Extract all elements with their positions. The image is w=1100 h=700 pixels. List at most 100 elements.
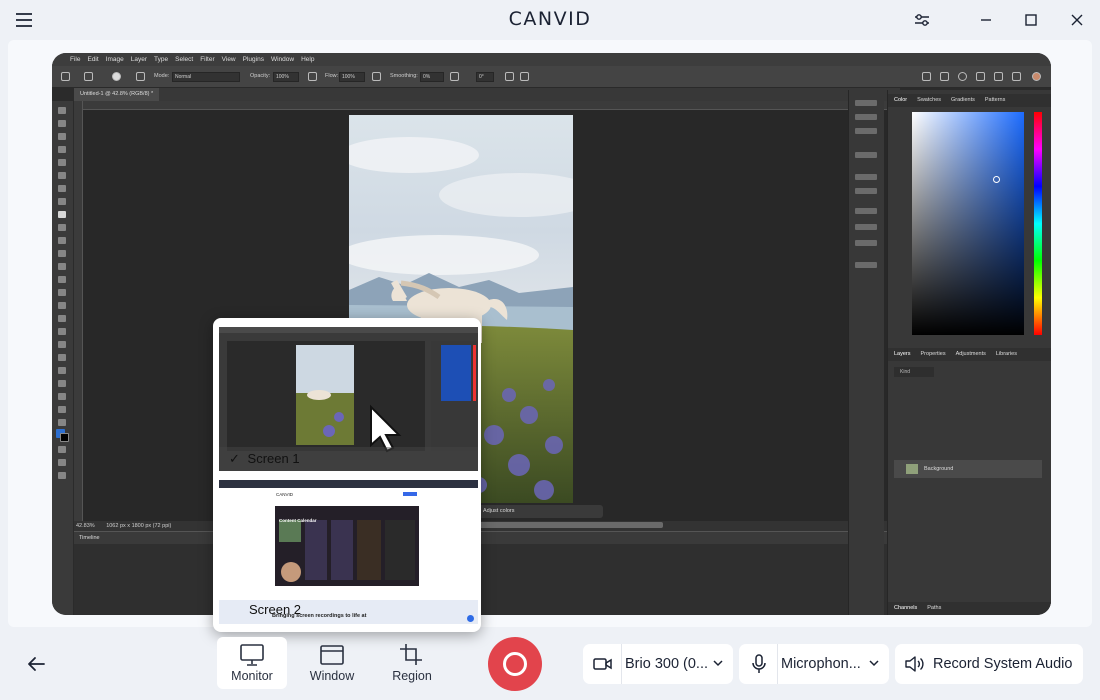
ps-hand-tool-icon: [58, 380, 66, 387]
ps-info-panel-icon: [855, 152, 877, 158]
ps-menu-type: Type: [154, 56, 169, 63]
microphone-icon: [749, 654, 769, 674]
ps-layers-panel-tabs: Layers Properties Adjustments Libraries: [888, 348, 1051, 361]
ps-tab-adjustments: Adjustments: [955, 351, 986, 357]
ps-brush-settings-icon: [136, 72, 145, 81]
ps-glyphs-panel-icon: [855, 262, 877, 268]
ps-history-brush-tool-icon: [58, 237, 66, 244]
monitor-icon: [240, 644, 264, 666]
mode-region-button[interactable]: Region: [377, 637, 447, 689]
capture-controls: Monitor Window Region Brio 300 (0... Mic…: [0, 627, 1100, 700]
ps-flow-label: Flow:: [325, 73, 339, 79]
microphone-select[interactable]: Microphon...: [739, 644, 889, 684]
ps-screen-mode-icon: [58, 459, 66, 466]
ps-layer-name: Background: [924, 466, 954, 472]
ps-move-tool-icon: [58, 107, 66, 114]
ps-eraser-tool-icon: [58, 250, 66, 257]
maximize-icon[interactable]: [1021, 10, 1041, 30]
ps-panel-icon: [1012, 72, 1021, 81]
ps-menu-select: Select: [175, 56, 194, 63]
ps-document-info: 1062 px x 1800 px (72 ppi): [106, 523, 172, 529]
settings-sliders-icon[interactable]: [912, 10, 932, 30]
ps-menu-bar: File Edit Image Layer Type Select Filter…: [52, 53, 1051, 66]
screen-option-2[interactable]: CANVID Content Calendar Screen 2 Bringin…: [219, 480, 478, 624]
title-bar: CANVID: [0, 0, 1100, 40]
ps-eyedropper-tool-icon: [58, 185, 66, 192]
ps-tab-paths: Paths: [927, 605, 942, 611]
camera-divider: [621, 644, 622, 684]
ps-right-panels: Color Swatches Gradients Patterns Layers…: [887, 90, 1051, 615]
ps-brush-panel-icon: [855, 174, 877, 180]
ps-comments-panel-icon: [855, 128, 877, 134]
ps-mode-label: Mode:: [154, 73, 170, 79]
ps-tab-color: Color: [894, 97, 908, 103]
screen-2-calendar-title: Content Calendar: [279, 518, 317, 523]
camera-chevron-down-icon: [713, 660, 723, 667]
ps-layer-background: Background: [894, 460, 1042, 478]
minimize-icon[interactable]: [976, 10, 996, 30]
back-arrow-icon[interactable]: [26, 654, 46, 674]
ps-layer-filter: Kind: [894, 367, 934, 377]
screen-2-brand: CANVID: [276, 492, 294, 497]
ps-stamp-tool-icon: [58, 224, 66, 231]
ps-document-tab: Untitled-1 @ 42.8% (RGB/8) *: [74, 88, 160, 101]
ps-search-icon: [958, 72, 967, 81]
ps-frame-tool-icon: [58, 172, 66, 179]
app-logo: CANVID: [508, 8, 592, 30]
ps-menu-edit: Edit: [87, 56, 99, 63]
ps-opacity-label: Opacity:: [250, 73, 271, 79]
microphone-chevron-down-icon: [869, 660, 879, 667]
ps-tab-swatches: Swatches: [917, 97, 942, 103]
ps-menu-filter: Filter: [200, 56, 215, 63]
ps-airbrush-icon: [372, 72, 381, 81]
ps-channels-panel-tabs: Channels Paths: [888, 602, 1051, 615]
ps-quick-mask-icon: [58, 446, 66, 453]
screen-2-indicator-icon: [467, 615, 474, 622]
ps-gear-icon: [450, 72, 459, 81]
window-icon: [320, 645, 344, 665]
system-audio-label: Record System Audio: [933, 656, 1073, 672]
mode-monitor-label: Monitor: [231, 669, 273, 683]
ps-adjust-colors-label: Adjust colors: [483, 508, 515, 514]
ps-mode-select: Normal: [172, 72, 240, 82]
ps-pen-variant-tool-icon: [58, 315, 66, 322]
ps-path-select-tool-icon: [58, 341, 66, 348]
ps-butterfly-icon: [520, 72, 529, 81]
ps-paragraph-panel-icon: [855, 240, 877, 246]
checkmark-icon: ✓: [229, 451, 240, 466]
ps-adjust-panel-icon: [855, 208, 877, 214]
mode-window-label: Window: [309, 669, 355, 683]
mode-monitor-button[interactable]: Monitor: [217, 637, 287, 689]
ps-gradient-tool-icon: [58, 263, 66, 270]
ps-menu-file: File: [70, 56, 81, 63]
ps-zoom-tool-icon: [58, 393, 66, 400]
ps-bulb-icon: [976, 72, 985, 81]
ps-color-picker-field: [912, 112, 1024, 335]
ps-layer-thumbnail: [906, 464, 918, 474]
camera-select[interactable]: Brio 300 (0...: [583, 644, 733, 684]
record-button[interactable]: [488, 637, 542, 691]
mode-region-label: Region: [392, 669, 432, 683]
ps-blur-tool-icon: [58, 276, 66, 283]
ps-share-icon: [922, 72, 931, 81]
ps-tab-layers: Layers: [894, 351, 911, 357]
close-icon[interactable]: [1067, 10, 1087, 30]
mode-window-button[interactable]: Window: [297, 637, 367, 689]
ps-hue-slider: [1034, 112, 1042, 335]
screen-2-tagline: Bringing screen recordings to life at: [272, 613, 367, 619]
ps-timeline-header: Timeline: [74, 532, 900, 544]
ps-brush-settings-panel-icon: [855, 188, 877, 194]
microphone-name: Microphon...: [781, 656, 861, 672]
ps-crop-tool-icon: [58, 159, 66, 166]
ps-tab-gradients: Gradients: [951, 97, 975, 103]
ps-dodge-tool-icon: [58, 289, 66, 296]
screen-option-1[interactable]: ✓ Screen 1: [219, 327, 478, 471]
ps-brush-size-icon: [112, 72, 121, 81]
screen-2-label: Screen 2 Bringing screen recordings to l…: [219, 600, 478, 624]
speaker-icon: [905, 654, 925, 674]
ps-vertical-ruler: [74, 101, 83, 571]
ps-more-tools-icon: [58, 406, 66, 413]
ps-tab-channels: Channels: [894, 605, 918, 611]
system-audio-toggle[interactable]: Record System Audio: [895, 644, 1083, 684]
ps-smoothing-value: 0%: [420, 72, 444, 82]
